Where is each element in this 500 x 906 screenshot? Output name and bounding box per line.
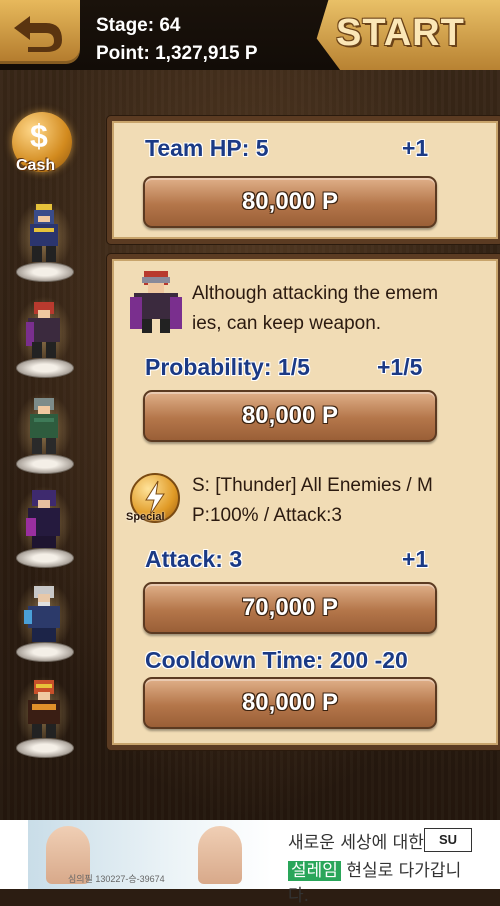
team-hp-upgrade-button[interactable]: 80,000 P bbox=[143, 176, 437, 228]
special-description-line-2: P:100% / Attack:3 bbox=[192, 505, 342, 526]
top-bar: Stage: 64 Point: 1,327,915 P START bbox=[0, 0, 500, 70]
special-label: Special bbox=[126, 511, 165, 523]
probability-increment: +1/5 bbox=[377, 354, 423, 380]
red-hair-warrior-portrait-icon bbox=[130, 271, 182, 333]
old-sage-sprite-icon bbox=[24, 586, 60, 642]
probability-price: 80,000 P bbox=[241, 402, 339, 429]
attack-label: Attack: 3 bbox=[145, 546, 243, 572]
hero-slot-6[interactable] bbox=[12, 676, 76, 758]
special-description-line-1: S: [Thunder] All Enemies / M bbox=[192, 475, 433, 496]
skill-description-line-2: ies, can keep weapon. bbox=[192, 313, 382, 334]
ad-doctor-image bbox=[198, 826, 242, 884]
team-hp-price: 80,000 P bbox=[241, 188, 339, 215]
hero-portrait bbox=[124, 267, 188, 337]
dollar-icon: $ bbox=[30, 118, 48, 154]
stage-text: Stage: 64 bbox=[96, 15, 181, 36]
hero-slot-4[interactable] bbox=[12, 486, 76, 568]
ad-subline: 설레임 현실로 다가갑니다. bbox=[288, 856, 472, 906]
cooldown-label: Cooldown Time: 200 -20 bbox=[145, 647, 408, 673]
ad-headline: 새로운 세상에 대한 bbox=[288, 833, 424, 853]
probability-upgrade-button[interactable]: 80,000 P bbox=[143, 390, 437, 442]
ad-banner[interactable]: 새로운 세상에 대한 설레임 현실로 다가갑니다. SU 심의필 130227-… bbox=[0, 820, 500, 906]
attack-upgrade-button[interactable]: 70,000 P bbox=[143, 582, 437, 634]
red-hair-warrior-sprite-icon bbox=[26, 302, 60, 358]
ad-content[interactable]: 새로운 세상에 대한 설레임 현실로 다가갑니다. SU 심의필 130227-… bbox=[28, 820, 472, 906]
team-hp-panel: Team HP: 5 +1 80,000 P bbox=[107, 116, 500, 244]
hero-skill-panel: Although attacking the emem ies, can kee… bbox=[107, 254, 500, 750]
skill-description-line-1: Although attacking the emem bbox=[192, 283, 439, 304]
stats-block: Stage: 64 Point: 1,327,915 P bbox=[96, 12, 258, 68]
cash-button[interactable]: $ Cash bbox=[8, 112, 78, 182]
back-button[interactable] bbox=[0, 0, 80, 64]
hero-slot-1[interactable] bbox=[12, 200, 76, 282]
cash-label: Cash bbox=[16, 157, 56, 174]
hero-slot-3[interactable] bbox=[12, 392, 76, 474]
attack-price: 70,000 P bbox=[241, 594, 339, 621]
attack-increment: +1 bbox=[402, 546, 429, 572]
hero-slot-5[interactable] bbox=[12, 580, 76, 662]
ad-logo: SU bbox=[424, 828, 472, 852]
team-hp-increment: +1 bbox=[402, 135, 429, 161]
cooldown-price: 80,000 P bbox=[241, 689, 339, 716]
back-arrow-icon bbox=[14, 16, 62, 52]
ad-approval-number: 심의필 130227-승-39674 bbox=[68, 874, 165, 884]
probability-label: Probability: 1/5 bbox=[145, 354, 310, 380]
special-badge: Special bbox=[126, 473, 184, 531]
ad-highlight: 설레임 bbox=[288, 861, 341, 881]
start-button-label[interactable]: START bbox=[336, 12, 465, 55]
cooldown-upgrade-button[interactable]: 80,000 P bbox=[143, 677, 437, 729]
green-rogue-sprite-icon bbox=[30, 398, 58, 454]
fire-warrior-sprite-icon bbox=[28, 680, 60, 738]
team-hp-label: Team HP: 5 bbox=[145, 135, 269, 161]
skill-description: Although attacking the emem ies, can kee… bbox=[192, 279, 438, 339]
dark-mage-sprite-icon bbox=[26, 490, 60, 548]
point-text: Point: 1,327,915 P bbox=[96, 43, 258, 64]
hero-slot-2[interactable] bbox=[12, 296, 76, 378]
knight-sprite-icon bbox=[30, 204, 58, 262]
special-description: S: [Thunder] All Enemies / M P:100% / At… bbox=[192, 471, 433, 531]
